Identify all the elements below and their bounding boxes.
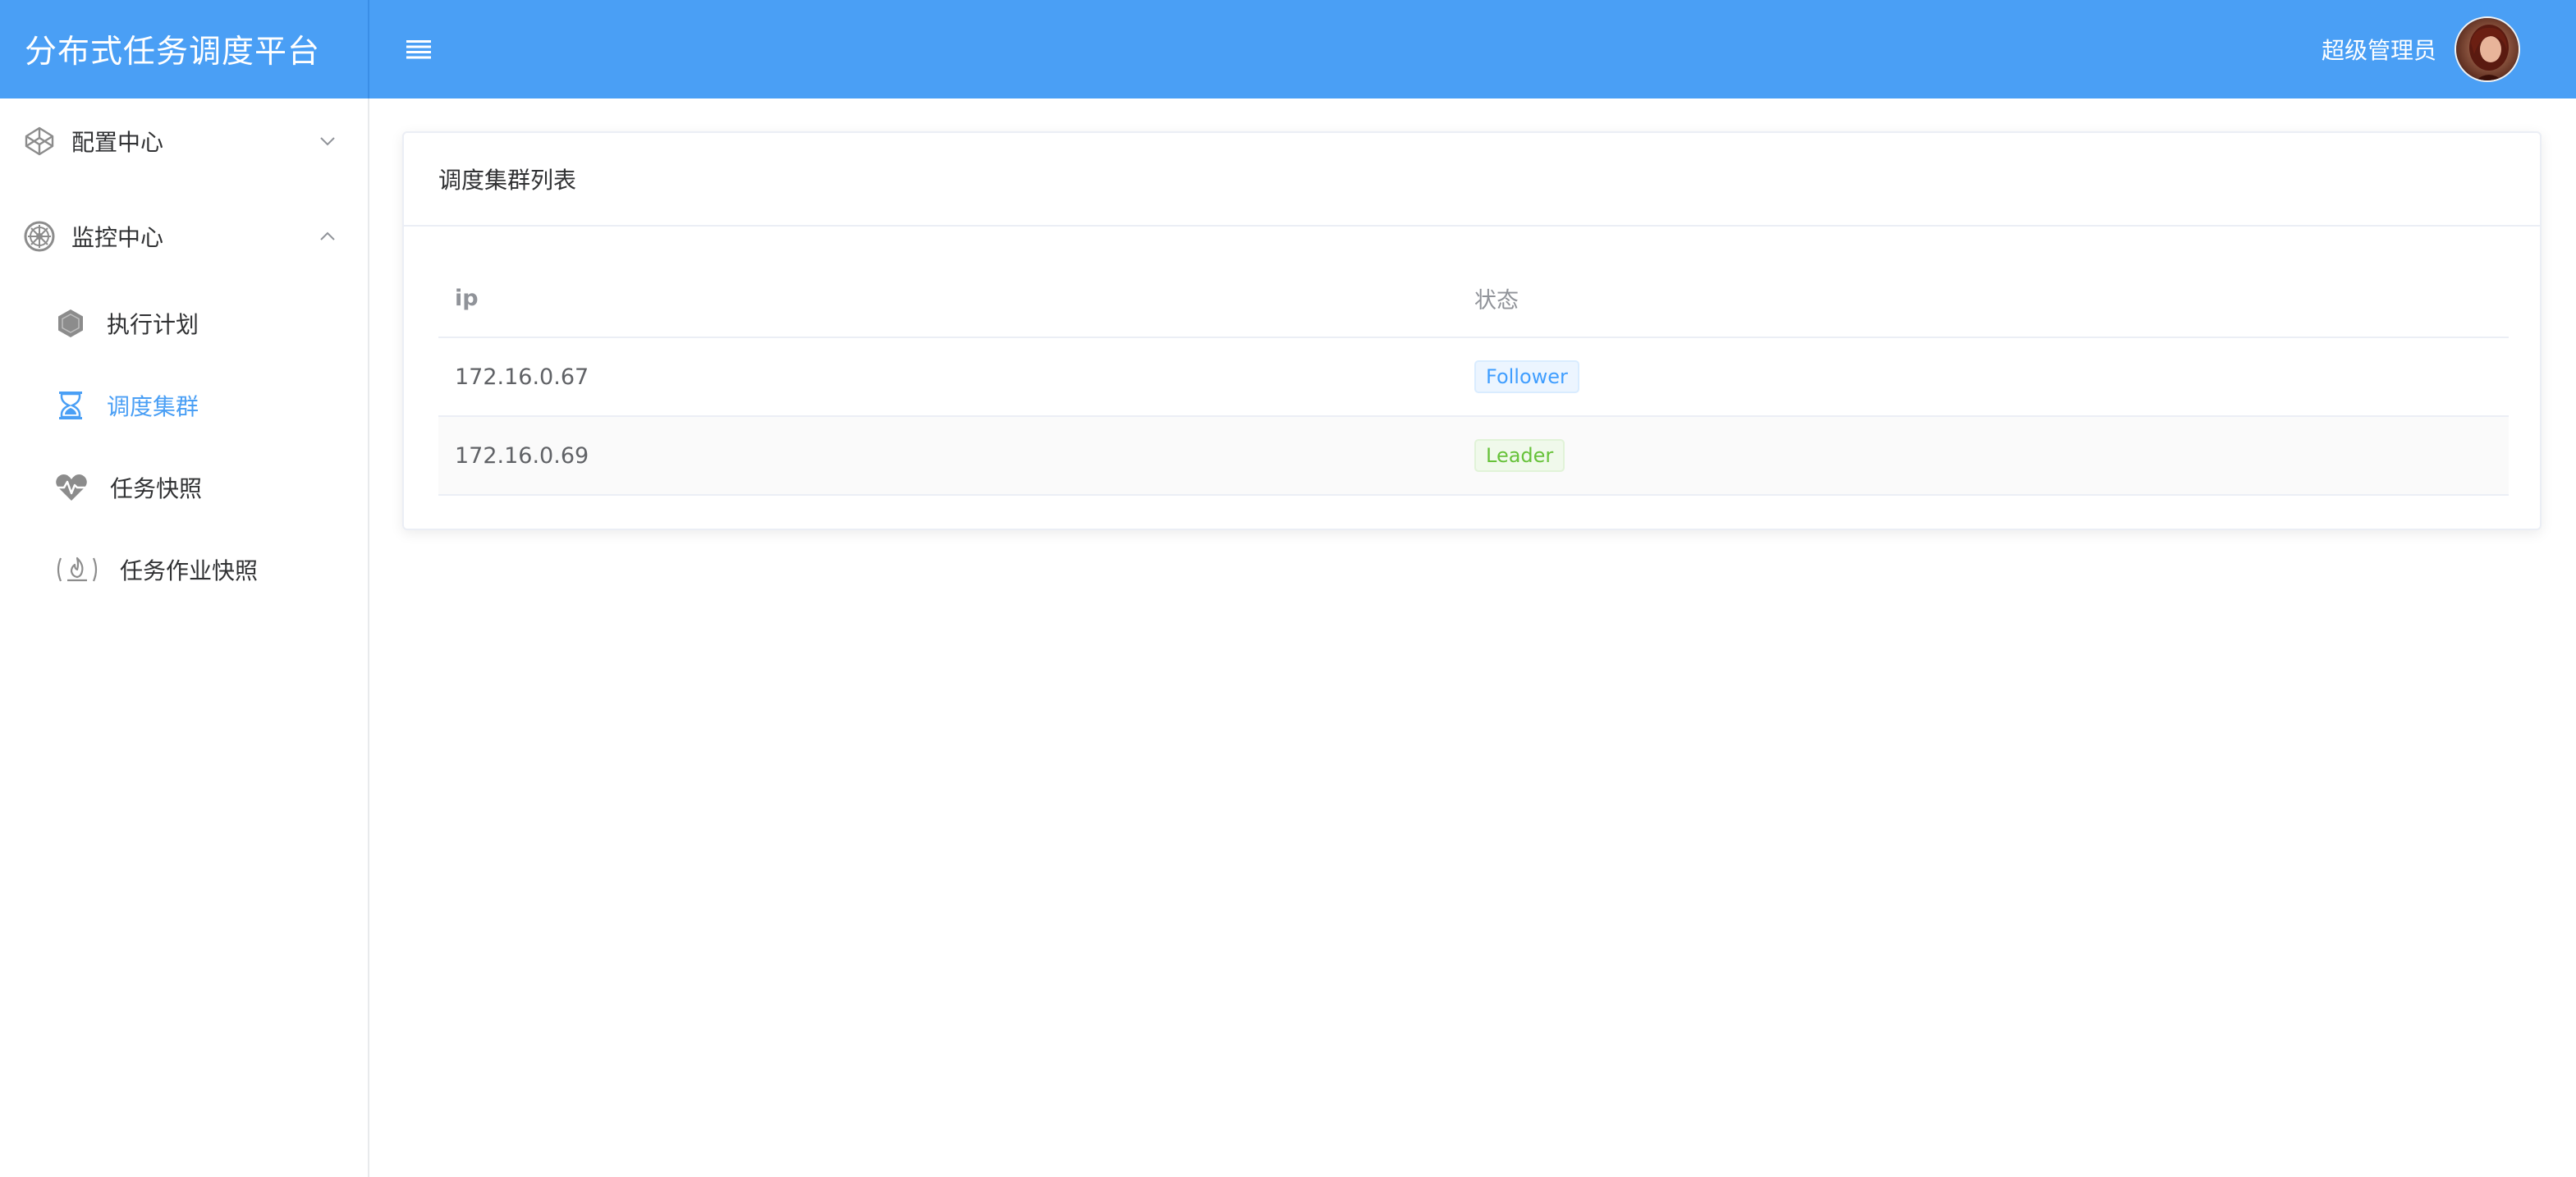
avatar[interactable]	[2455, 16, 2520, 82]
ip-cell: 172.16.0.67	[455, 364, 589, 390]
sidebar: 配置中心 监控中心 执行计划 调度集群 任务快照 任务作业快照	[0, 98, 369, 1177]
table-header-row: ip 状态	[438, 259, 2509, 338]
sidebar-item-label: 任务作业快照	[120, 557, 259, 584]
status-cell: Leader	[1474, 417, 1565, 494]
column-header-ip: ip	[455, 285, 479, 311]
sidebar-group-label: 监控中心	[71, 224, 164, 251]
cluster-list-card: 调度集群列表 ip 状态 172.16.0.67 Follower 172.16…	[402, 131, 2542, 530]
hourglass-icon	[54, 389, 87, 422]
heartbeat-icon	[54, 471, 87, 504]
sidebar-item-task-job-snapshot[interactable]: 任务作业快照	[0, 529, 368, 611]
chevron-down-icon	[319, 132, 337, 150]
sidebar-item-execution-plan[interactable]: 执行计划	[0, 282, 368, 364]
fire-icon	[54, 553, 98, 586]
sidebar-item-label: 调度集群	[107, 393, 199, 420]
menu-toggle-icon[interactable]	[404, 36, 433, 62]
sidebar-group-config-center[interactable]: 配置中心	[0, 100, 368, 182]
galactic-republic-icon	[23, 220, 56, 253]
sidebar-item-label: 任务快照	[110, 475, 203, 502]
codepen-icon	[23, 125, 56, 158]
status-badge: Leader	[1474, 439, 1565, 472]
chevron-up-icon	[319, 227, 337, 245]
user-menu[interactable]: 超级管理员	[2322, 16, 2520, 82]
ip-cell: 172.16.0.69	[455, 442, 589, 469]
card-title: 调度集群列表	[438, 167, 577, 194]
card-header: 调度集群列表	[404, 133, 2540, 227]
user-name[interactable]: 超级管理员	[2322, 33, 2436, 66]
sidebar-item-label: 执行计划	[107, 311, 199, 338]
brand: 分布式任务调度平台	[0, 0, 369, 98]
cluster-table: ip 状态 172.16.0.67 Follower 172.16.0.69 L…	[438, 259, 2509, 496]
status-badge: Follower	[1474, 360, 1579, 393]
hexagon-icon	[54, 307, 87, 340]
sidebar-item-task-snapshot[interactable]: 任务快照	[0, 447, 368, 529]
sidebar-item-scheduling-cluster[interactable]: 调度集群	[0, 364, 368, 447]
sidebar-group-label: 配置中心	[71, 129, 164, 156]
status-cell: Follower	[1474, 338, 1579, 415]
table-row[interactable]: 172.16.0.67 Follower	[438, 338, 2509, 417]
column-header-status: 状态	[1474, 287, 1519, 314]
sidebar-group-monitor-center[interactable]: 监控中心	[0, 195, 368, 277]
brand-title: 分布式任务调度平台	[25, 34, 321, 71]
table-row[interactable]: 172.16.0.69 Leader	[438, 417, 2509, 496]
top-header: 分布式任务调度平台 超级管理员	[0, 0, 2576, 98]
